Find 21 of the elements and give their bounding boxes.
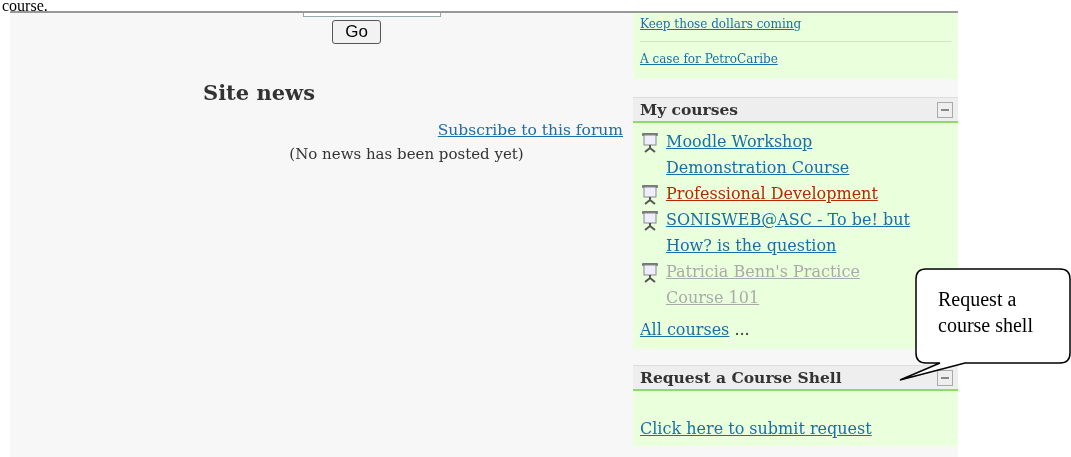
all-courses-link[interactable]: All courses <box>640 320 730 339</box>
search-field[interactable] <box>302 13 441 17</box>
go-button[interactable]: Go <box>332 20 381 44</box>
block-title: Request a Course Shell <box>640 368 842 387</box>
block-title: My courses <box>640 100 739 119</box>
news-link[interactable]: A case for PetroCaribe <box>640 52 778 66</box>
callout-text: Request a course shell <box>938 287 1034 338</box>
empty-message: (No news has been posted yet) <box>289 145 524 163</box>
projector-screen-icon <box>640 261 660 283</box>
projector-screen-icon <box>640 209 660 231</box>
subscribe-link[interactable]: Subscribe to this forum <box>437 121 623 139</box>
section-heading: Site news <box>202 80 315 105</box>
news-link[interactable]: Keep those dollars coming <box>640 17 802 31</box>
projector-screen-icon <box>640 183 660 205</box>
collapse-icon[interactable] <box>937 369 953 386</box>
course-link[interactable]: Moodle Workshop Demonstration Course <box>666 129 911 181</box>
projector-screen-icon <box>640 131 660 153</box>
ellipsis-text: ... <box>734 320 750 339</box>
document-text: course. <box>1 0 49 11</box>
course-link[interactable]: SONISWEB@ASC - To be! but How? is the question <box>666 207 911 259</box>
course-link[interactable]: Professional Development <box>666 181 878 207</box>
